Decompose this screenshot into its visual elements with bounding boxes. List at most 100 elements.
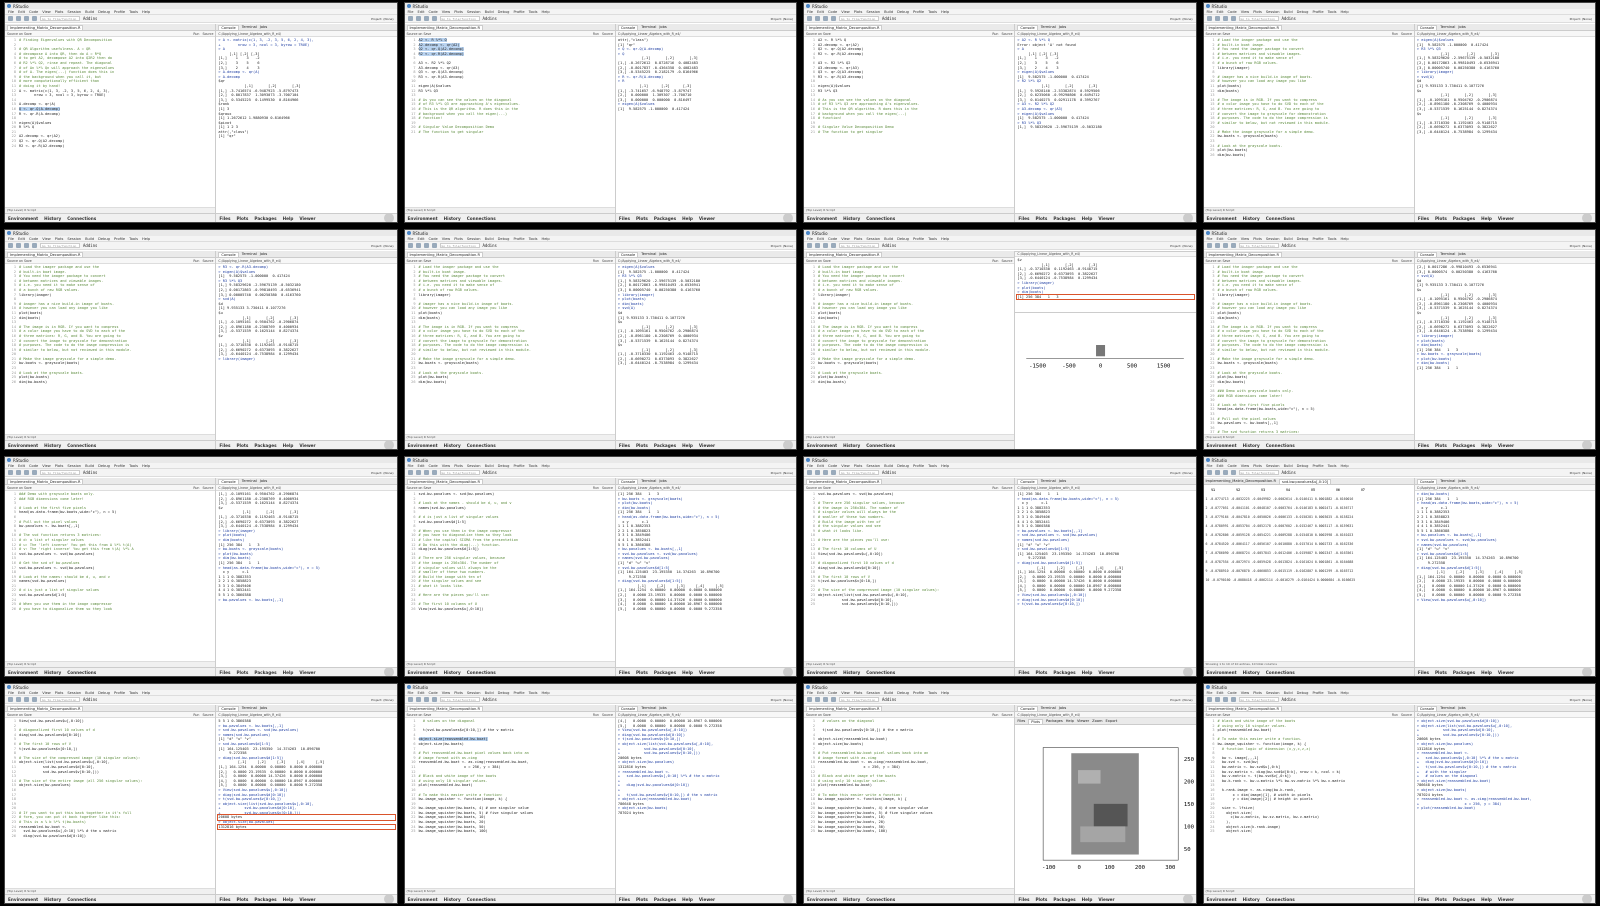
tab-console[interactable]: Console [1017, 705, 1038, 711]
tab-environment[interactable]: Environment [1207, 216, 1237, 221]
menu-item-session[interactable]: Session [67, 237, 81, 241]
tab-terminal[interactable]: Terminal [1440, 25, 1455, 29]
goto-file-input[interactable]: Go to file/function [439, 243, 480, 248]
menu-item-plots[interactable]: Plots [55, 691, 64, 695]
menu-item-build[interactable]: Build [1284, 691, 1293, 695]
menu-item-build[interactable]: Build [485, 464, 494, 468]
tab-console[interactable]: Console [1416, 705, 1438, 711]
menu-item-file[interactable]: File [8, 691, 14, 695]
run-button[interactable]: Run [593, 713, 599, 717]
save-icon[interactable] [1222, 470, 1228, 475]
open-file-icon[interactable] [815, 16, 820, 21]
code-editor[interactable]: 1 # Load the imager package and use the 2 #… [1204, 37, 1414, 207]
menu-item-code[interactable]: Code [29, 237, 38, 241]
menu-item-profile[interactable]: Profile [913, 691, 924, 695]
source-button[interactable]: Source [1401, 259, 1412, 263]
tab-files[interactable]: Files [219, 670, 230, 675]
run-button[interactable]: Run [593, 259, 599, 263]
menu-item-debug[interactable]: Debug [1297, 10, 1309, 14]
tab-files[interactable]: Files [1418, 216, 1429, 221]
menu-item-tools[interactable]: Tools [129, 237, 138, 241]
goto-file-input[interactable]: Go to file/function [839, 243, 879, 248]
tab-jobs[interactable]: Jobs [659, 25, 666, 29]
tab-history[interactable]: History [44, 443, 61, 448]
code-editor[interactable]: 1 # black and white image of the boats 2 # … [1204, 718, 1414, 888]
menu-item-plots[interactable]: Plots [1253, 10, 1262, 14]
tab-help[interactable]: Help [1481, 443, 1492, 448]
print-icon[interactable] [32, 470, 37, 475]
editor-tab-file[interactable]: Implementing_Matrix_Decomposition.R [806, 478, 883, 484]
menu-item-profile[interactable]: Profile [913, 464, 924, 468]
menu-item-file[interactable]: File [408, 691, 414, 695]
tab-terminal[interactable]: Terminal [1440, 479, 1455, 483]
tab-plots[interactable]: Plots [236, 443, 248, 448]
menu-item-code[interactable]: Code [1227, 237, 1236, 241]
tab-plots[interactable]: Plots [636, 897, 648, 902]
save-icon[interactable] [823, 243, 828, 248]
menu-item-help[interactable]: Help [542, 691, 550, 695]
tab-packages[interactable]: Packages [654, 897, 676, 902]
tab-viewer[interactable]: Viewer [699, 443, 715, 448]
tab-environment[interactable]: Environment [408, 443, 438, 448]
addins-menu[interactable]: Addins [1282, 16, 1296, 21]
tab-files[interactable]: Files [1018, 897, 1029, 902]
menu-item-file[interactable]: File [408, 237, 414, 241]
tab-history[interactable]: History [1243, 216, 1260, 221]
print-icon[interactable] [1230, 470, 1236, 475]
print-icon[interactable] [32, 697, 37, 702]
code-editor[interactable]: 1 A2 <- R %*% Q 2 A2.decomp <- qr(A2) 3 Q2 <-… [405, 37, 615, 207]
goto-file-input[interactable]: Go to file/function [40, 470, 80, 475]
run-button[interactable]: Run [593, 486, 599, 490]
menu-item-build[interactable]: Build [485, 10, 494, 14]
editor-tab-file[interactable]: Implementing_Matrix_Decomposition.R [806, 705, 883, 711]
tab-plots[interactable]: Plots [1028, 718, 1043, 724]
tab-connections[interactable]: Connections [467, 216, 496, 221]
menu-item-tools[interactable]: Tools [129, 10, 138, 14]
editor-tab-file[interactable]: Implementing_Matrix_Decomposition.R [806, 251, 883, 257]
menu-item-edit[interactable]: Edit [1217, 464, 1224, 468]
tab-jobs[interactable]: Jobs [1458, 706, 1465, 710]
save-icon[interactable] [823, 697, 828, 702]
menu-item-edit[interactable]: Edit [18, 10, 25, 14]
new-file-icon[interactable] [1206, 697, 1212, 702]
tab-packages[interactable]: Packages [254, 897, 276, 902]
menu-item-help[interactable]: Help [142, 464, 150, 468]
addins-menu[interactable]: Addins [83, 243, 97, 248]
menu-item-session[interactable]: Session [467, 464, 481, 468]
source-button[interactable]: Source [602, 713, 613, 717]
menu-item-view[interactable]: View [1241, 464, 1250, 468]
source-on-save-checkbox[interactable]: Source on Save [806, 486, 831, 490]
menu-item-plots[interactable]: Plots [854, 691, 863, 695]
open-file-icon[interactable] [16, 470, 21, 475]
new-file-icon[interactable] [8, 243, 13, 248]
menu-item-edit[interactable]: Edit [18, 691, 25, 695]
menu-item-plots[interactable]: Plots [454, 691, 463, 695]
run-button[interactable]: Run [992, 713, 998, 717]
tab-help[interactable]: Help [1082, 216, 1093, 221]
tab-connections[interactable]: Connections [1266, 670, 1295, 675]
tab-environment[interactable]: Environment [8, 670, 38, 675]
source-on-save-checkbox[interactable]: Source on Save [1206, 713, 1231, 717]
open-file-icon[interactable] [815, 243, 820, 248]
tab-history[interactable]: History [444, 897, 461, 902]
code-editor[interactable]: 1 # Load the imager package and use the 2 #… [1204, 264, 1414, 434]
menu-item-build[interactable]: Build [884, 237, 893, 241]
tab-viewer[interactable]: Viewer [1098, 897, 1114, 902]
menu-item-debug[interactable]: Debug [498, 10, 510, 14]
project-menu[interactable]: Project: (None) [1170, 471, 1192, 475]
menu-item-tools[interactable]: Tools [928, 10, 937, 14]
tab-connections[interactable]: Connections [866, 897, 895, 902]
code-editor[interactable]: 1 # values on the diagonal 2 3 t(svd.bw.pa… [405, 718, 615, 888]
menu-item-session[interactable]: Session [866, 691, 880, 695]
menu-item-session[interactable]: Session [866, 237, 880, 241]
open-file-icon[interactable] [415, 243, 421, 248]
tab-files[interactable]: Files [219, 443, 230, 448]
tab-terminal[interactable]: Terminal [641, 252, 656, 256]
menu-item-edit[interactable]: Edit [1217, 237, 1224, 241]
tab-viewer[interactable]: Viewer [1498, 670, 1514, 675]
editor-tab-file[interactable]: Implementing_Matrix_Decomposition.R [406, 705, 483, 711]
addins-menu[interactable]: Addins [83, 697, 97, 702]
tab-history[interactable]: History [44, 216, 61, 221]
code-editor[interactable]: 1 A2 <- R %*% Q 2 A2.decomp <- qr(A2) 3 Q2 <-… [804, 37, 1014, 207]
menu-item-debug[interactable]: Debug [98, 464, 110, 468]
